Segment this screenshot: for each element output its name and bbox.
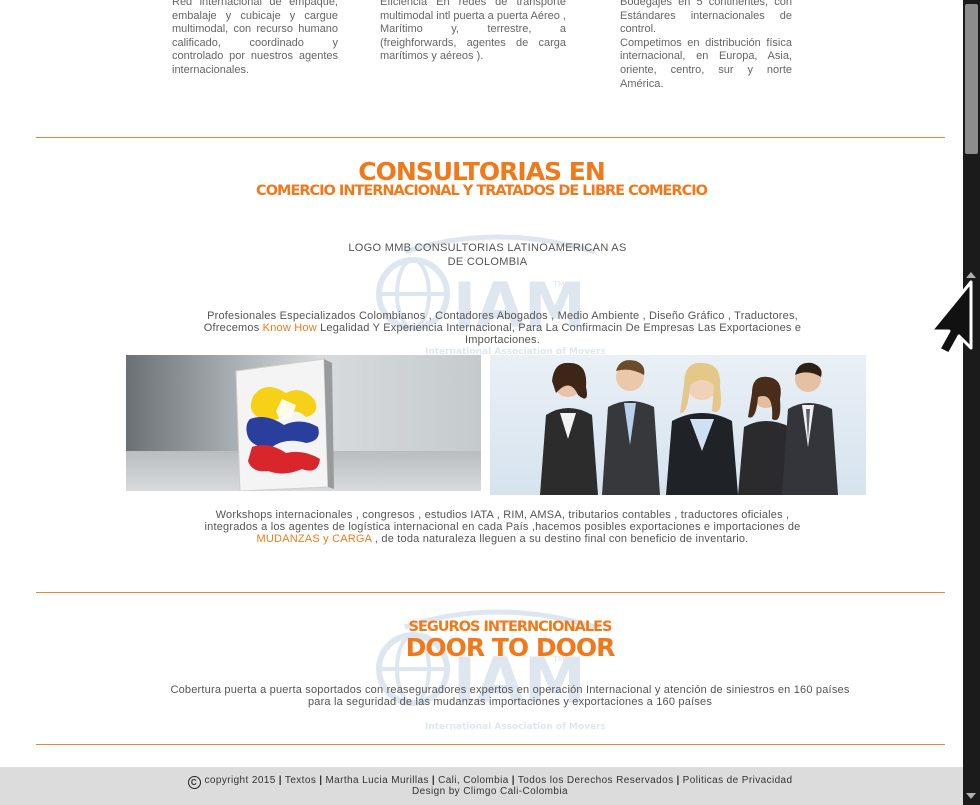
privacy-policy-link[interactable]: Politicas de Privacidad: [683, 775, 793, 786]
paragraph-line: Importaciones.: [465, 334, 540, 346]
paragraph-line: integrados a los agentes de logística in…: [204, 521, 801, 533]
footer: Ccopyright 2015 | Textos | Martha Lucia Muri…: [0, 767, 963, 805]
paragraph-line: MUDANZAS y CARGA , de toda naturaleza ll…: [140, 533, 865, 545]
vertical-scrollbar[interactable]: [963, 0, 980, 805]
consultorias-title: CONSULTORIAS EN: [358, 157, 606, 186]
copyright-text: copyright 2015: [204, 775, 276, 786]
know-how-highlight: Know How: [262, 322, 317, 334]
warehousing-text: Bodegajes en 5 continentes, con Estándar…: [620, 0, 792, 36]
workshops-paragraph: Workshops internacionales , congresos , …: [140, 509, 865, 545]
section-divider: [36, 137, 945, 138]
consultorias-paragraph: Profesionales Especializados Colombianos…: [140, 310, 865, 346]
svg-text:International Association of M: International Association of Movers: [425, 722, 605, 732]
services-column-transport: Eficiencia En redes de transporte multim…: [380, 0, 566, 63]
services-column-packing: Red internacional de empaque, embalaje y…: [172, 0, 338, 76]
paragraph-line: Cobertura puerta a puerta soportados con…: [170, 684, 850, 696]
rights-text: Todos los Derechos Reservados: [517, 775, 674, 786]
scroll-down-arrow-icon[interactable]: [966, 793, 976, 799]
mudanzas-carga-link[interactable]: MUDANZAS y CARGA: [257, 533, 372, 545]
scrollbar-thumb[interactable]: [965, 4, 978, 154]
seguros-paragraph: Cobertura puerta a puerta soportados con…: [100, 684, 920, 708]
page-content: Red internacional de empaque, embalaje y…: [0, 0, 963, 805]
paragraph-text: , de toda naturaleza lleguen a su destin…: [371, 533, 749, 545]
logo-caption: LOGO MMB CONSULTORIAS LATINOAMERICAN AS …: [340, 242, 635, 269]
colombia-flag-canvas-image: [126, 355, 481, 491]
logo-caption-line-1: LOGO MMB CONSULTORIAS LATINOAMERICAN AS: [348, 242, 627, 254]
city-text: Cali, Colombia: [438, 775, 509, 786]
paragraph-line: para la seguridad de las mudanzas import…: [307, 696, 713, 708]
paragraph-text: Legalidad Y Experiencia Internacional, P…: [316, 322, 802, 334]
paragraph-line: Workshops internacionales , congresos , …: [215, 509, 790, 521]
consultorias-subtitle: COMERCIO INTERNACIONAL Y TRATADOS DE LIB…: [256, 183, 708, 199]
logo-caption-line-2: DE COLOMBIA: [447, 255, 528, 268]
paragraph-line: Profesionales Especializados Colombianos…: [207, 310, 798, 322]
section-divider: [36, 744, 945, 745]
distribution-text: Competimos en distribución física intern…: [620, 36, 792, 90]
paragraph-line: Ofrecemos Know How Legalidad Y Experienc…: [140, 322, 865, 334]
author-name: Martha Lucia Murillas: [325, 775, 429, 786]
section-divider: [36, 592, 945, 593]
door-to-door-title: DOOR TO DOOR: [405, 633, 616, 662]
svg-text:TM: TM: [552, 280, 565, 289]
paragraph-text: Ofrecemos: [203, 322, 263, 334]
arrow-cursor-icon: [929, 280, 973, 356]
textos-link[interactable]: Textos: [285, 775, 316, 786]
services-column-warehousing: Bodegajes en 5 continentes, con Estándar…: [620, 0, 792, 91]
business-team-photo: [490, 355, 866, 495]
design-credit[interactable]: Design by Climgo Cali-Colombia: [0, 786, 963, 797]
